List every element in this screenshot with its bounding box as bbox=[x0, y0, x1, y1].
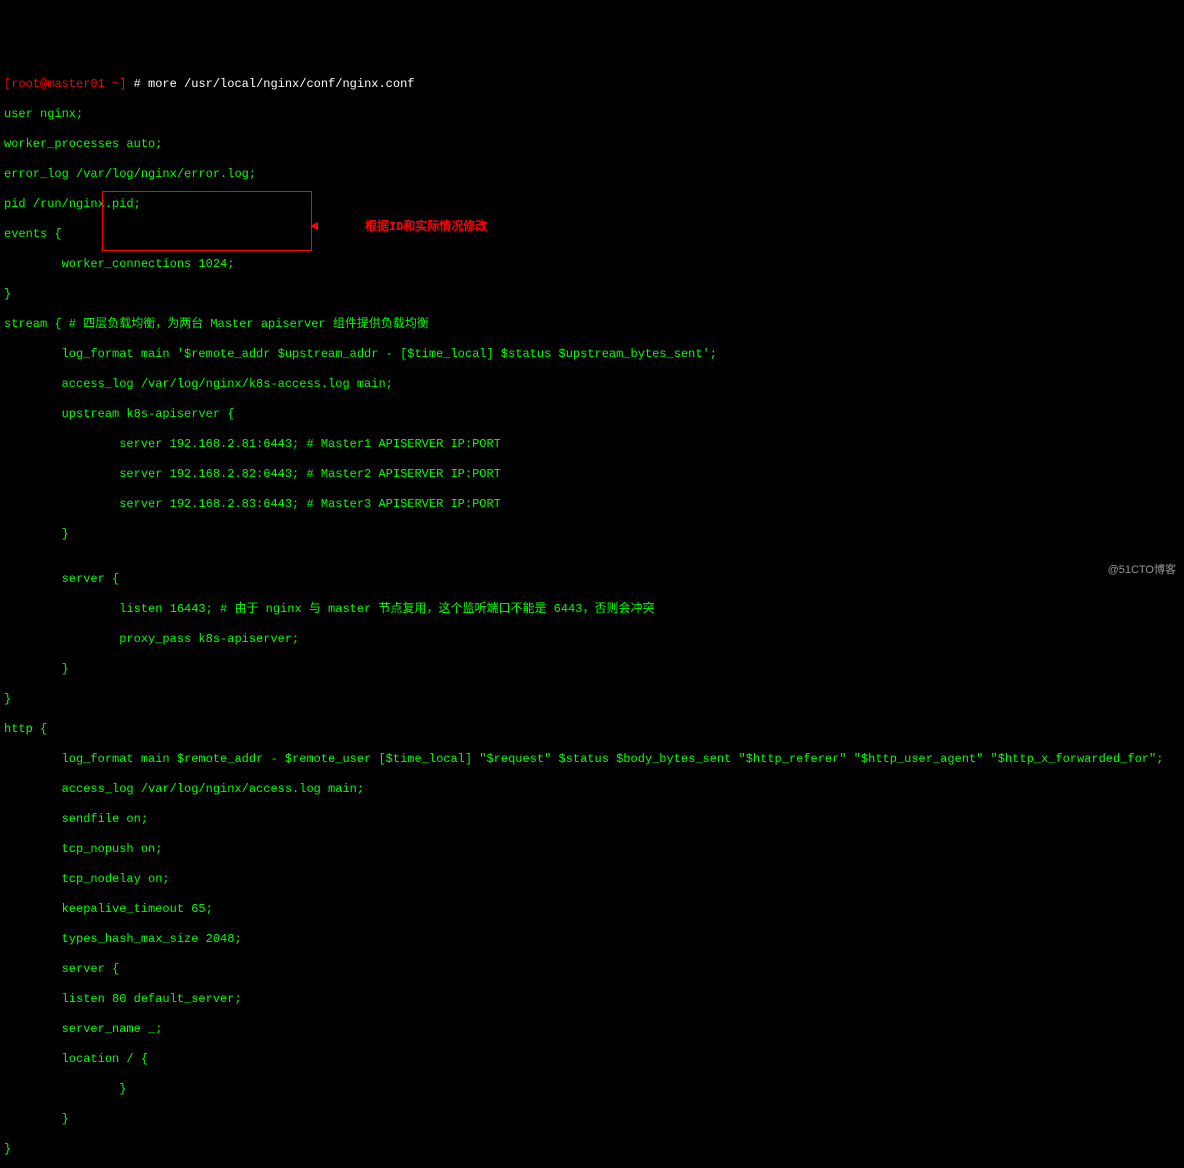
prompt-command bbox=[141, 77, 148, 91]
terminal-output[interactable]: [root@master01 ~] # more /usr/local/ngin… bbox=[0, 60, 1184, 1168]
annotation-text: 根据ID和实际情况修改 bbox=[365, 220, 487, 235]
config-line: server_name _; bbox=[4, 1022, 1180, 1037]
config-line: proxy_pass k8s-apiserver; bbox=[4, 632, 1180, 647]
config-line: log_format main $remote_addr - $remote_u… bbox=[4, 752, 1180, 767]
config-line: worker_processes auto; bbox=[4, 137, 1180, 152]
config-line: worker_connections 1024; bbox=[4, 257, 1180, 272]
prompt-hash bbox=[126, 77, 133, 91]
config-line: tcp_nopush on; bbox=[4, 842, 1180, 857]
config-line: } bbox=[4, 287, 1180, 302]
config-line: sendfile on; bbox=[4, 812, 1180, 827]
config-line: access_log /var/log/nginx/access.log mai… bbox=[4, 782, 1180, 797]
config-line: listen 80 default_server; bbox=[4, 992, 1180, 1007]
config-line: types_hash_max_size 2048; bbox=[4, 932, 1180, 947]
config-line: server 192.168.2.83:6443; # Master3 APIS… bbox=[4, 497, 1180, 512]
config-line: location / { bbox=[4, 1052, 1180, 1067]
config-line: } bbox=[4, 662, 1180, 677]
config-line: tcp_nodelay on; bbox=[4, 872, 1180, 887]
annotation-arrow-icon: ◄ bbox=[310, 219, 318, 237]
watermark: @51CTO博客 bbox=[1108, 564, 1176, 578]
config-line: access_log /var/log/nginx/k8s-access.log… bbox=[4, 377, 1180, 392]
config-line: events { bbox=[4, 227, 1180, 242]
config-line: } bbox=[4, 1112, 1180, 1127]
config-line: error_log /var/log/nginx/error.log; bbox=[4, 167, 1180, 182]
config-line: listen 16443; # 由于 nginx 与 master 节点复用，这… bbox=[4, 602, 1180, 617]
config-line: server 192.168.2.82:6443; # Master2 APIS… bbox=[4, 467, 1180, 482]
config-line: upstream k8s-apiserver { bbox=[4, 407, 1180, 422]
config-line: server { bbox=[4, 572, 1180, 587]
config-line: server 192.168.2.81:6443; # Master1 APIS… bbox=[4, 437, 1180, 452]
config-line: http { bbox=[4, 722, 1180, 737]
config-line: user nginx; bbox=[4, 107, 1180, 122]
config-line: log_format main '$remote_addr $upstream_… bbox=[4, 347, 1180, 362]
config-line: } bbox=[4, 1142, 1180, 1157]
config-line: pid /run/nginx.pid; bbox=[4, 197, 1180, 212]
config-line: keepalive_timeout 65; bbox=[4, 902, 1180, 917]
config-line: } bbox=[4, 692, 1180, 707]
config-line: stream { # 四层负载均衡，为两台 Master apiserver 组… bbox=[4, 317, 1180, 332]
config-line: server { bbox=[4, 962, 1180, 977]
prompt-user-host: [root@master01 ~] bbox=[4, 77, 126, 91]
prompt-line: [root@master01 ~] # more /usr/local/ngin… bbox=[4, 77, 1180, 92]
command-text: more /usr/local/nginx/conf/nginx.conf bbox=[148, 77, 414, 91]
config-line: } bbox=[4, 1082, 1180, 1097]
config-line: } bbox=[4, 527, 1180, 542]
prompt-symbol: # bbox=[134, 77, 141, 91]
